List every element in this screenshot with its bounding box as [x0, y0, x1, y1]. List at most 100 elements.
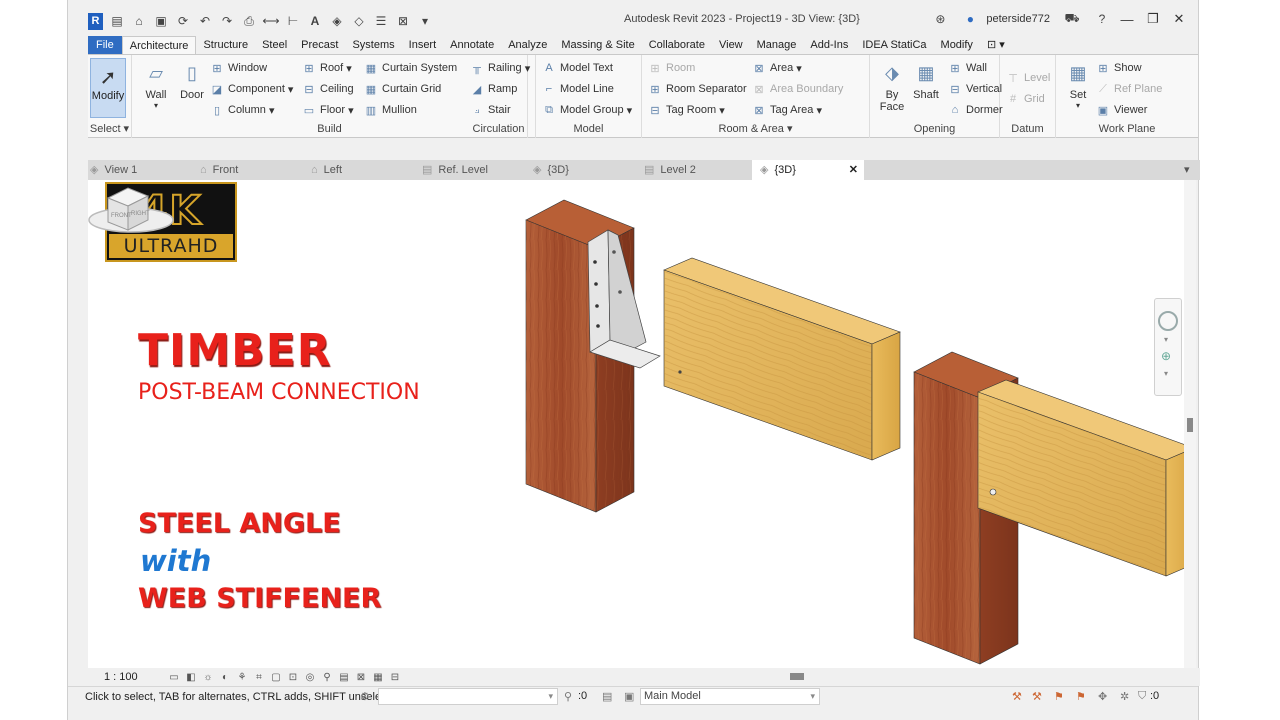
- curtain-system-button[interactable]: ▦ Curtain System: [364, 59, 457, 77]
- tab-systems[interactable]: Systems: [345, 36, 401, 54]
- railing-button[interactable]: ╥ Railing ▾: [470, 59, 530, 77]
- open-icon[interactable]: ▤: [109, 13, 125, 29]
- view-tab-3d[interactable]: ◈ {3D}: [533, 160, 569, 180]
- viewer-button[interactable]: ▣ Viewer: [1096, 101, 1148, 119]
- revit-app-icon[interactable]: R: [88, 12, 103, 30]
- user-name[interactable]: peterside772: [986, 13, 1050, 25]
- tab-add-ins[interactable]: Add-Ins: [803, 36, 855, 54]
- select-underlay-icon[interactable]: ⚒: [1032, 690, 1042, 703]
- save-icon[interactable]: ▣: [153, 13, 169, 29]
- curtain-grid-button[interactable]: ▦ Curtain Grid: [364, 80, 442, 98]
- 3d-view-canvas[interactable]: 4K ULTRAHD TIMBER POST-BEAM CONNECTION S…: [88, 180, 1184, 668]
- undo-icon[interactable]: ↶: [197, 13, 213, 29]
- dormer-button[interactable]: ⌂ Dormer: [948, 101, 1003, 119]
- crop-view-icon[interactable]: ⌗: [252, 671, 266, 683]
- steering-wheel-icon[interactable]: [1158, 311, 1178, 331]
- by-face-button[interactable]: ⬗ By Face: [874, 59, 910, 114]
- design-option-dropdown[interactable]: Main Model ▾: [640, 688, 820, 705]
- roof-button[interactable]: ⊞ Roof ▾: [302, 59, 351, 77]
- tab-massing-site[interactable]: Massing & Site: [554, 36, 641, 54]
- tab-analyze[interactable]: Analyze: [501, 36, 554, 54]
- chevron-down-icon[interactable]: ▾: [1164, 335, 1168, 344]
- room-area-panel-title[interactable]: Room & Area ▾: [642, 122, 869, 135]
- tag-room-button[interactable]: ⊟ Tag Room ▾: [648, 101, 724, 119]
- ribbon-minimize-toggle[interactable]: ⊡ ▾: [980, 36, 1012, 54]
- drag-elements-icon[interactable]: ✥: [1098, 690, 1107, 703]
- room-separator-button[interactable]: ⊞ Room Separator: [648, 80, 746, 98]
- floor-button[interactable]: ▭ Floor ▾: [302, 101, 354, 119]
- model-text-button[interactable]: A Model Text: [542, 59, 613, 77]
- model-group-button[interactable]: ⧉ Model Group ▾: [542, 101, 632, 119]
- tab-file[interactable]: File: [88, 36, 122, 54]
- grid-button[interactable]: # Grid: [1006, 90, 1045, 108]
- area-boundary-button[interactable]: ⊠ Area Boundary: [752, 80, 843, 98]
- zoom-icon[interactable]: ⊕: [1161, 349, 1171, 363]
- stair-button[interactable]: ⟓ Stair: [470, 101, 510, 119]
- vertical-scrollbar[interactable]: [1184, 180, 1196, 668]
- component-button[interactable]: ◪ Component ▾: [210, 80, 294, 98]
- tab-manage[interactable]: Manage: [750, 36, 804, 54]
- editable-only-icon[interactable]: ⚲: [564, 690, 572, 703]
- measure-icon[interactable]: ⟷: [262, 13, 279, 29]
- tab-structure[interactable]: Structure: [196, 36, 255, 54]
- set-button[interactable]: ▦ Set ▾: [1060, 59, 1096, 111]
- select-by-face-icon[interactable]: ⚑: [1076, 690, 1086, 703]
- room-button[interactable]: ⊞ Room: [648, 59, 695, 77]
- scrollbar-thumb[interactable]: [1187, 418, 1193, 432]
- open-folder-icon[interactable]: ⌂: [131, 13, 147, 29]
- minimize-button[interactable]: —: [1118, 12, 1136, 27]
- view-tab-level-2[interactable]: ▤ Level 2: [644, 160, 696, 180]
- lock-view-icon[interactable]: ⊡: [286, 671, 300, 683]
- shadows-icon[interactable]: ◐: [218, 671, 232, 683]
- door-button[interactable]: ▯ Door: [174, 59, 210, 102]
- sun-path-icon[interactable]: ☼: [201, 671, 215, 683]
- design-options-toggle-icon[interactable]: ▣: [624, 690, 634, 703]
- analytical-model-icon[interactable]: ⊠: [354, 671, 368, 683]
- vertical-opening-button[interactable]: ⊟ Vertical: [948, 80, 1002, 98]
- tab-modify[interactable]: Modify: [934, 36, 980, 54]
- area-button[interactable]: ⊠ Area ▾: [752, 59, 801, 77]
- view-tab-view-1[interactable]: ◈ View 1: [90, 160, 137, 180]
- modify-button[interactable]: ➚ Modify: [90, 58, 126, 118]
- show-button[interactable]: ⊞ Show: [1096, 59, 1141, 77]
- reveal-hidden-icon[interactable]: ⚲: [320, 671, 334, 683]
- section-icon[interactable]: ◇: [351, 13, 367, 29]
- restore-button[interactable]: ❐: [1144, 11, 1162, 27]
- background-processes-icon[interactable]: ✲: [1120, 690, 1129, 703]
- user-icon[interactable]: ●: [962, 11, 978, 27]
- wall-button[interactable]: ▱ Wall ▾: [138, 59, 174, 111]
- sync-icon[interactable]: ⟳: [175, 13, 191, 29]
- view-scale[interactable]: 1 : 100: [104, 671, 164, 683]
- highlight-icon[interactable]: ▦: [371, 671, 385, 683]
- binoculars-icon[interactable]: ⊛: [932, 11, 948, 27]
- view-tab-front[interactable]: ⌂ Front: [200, 160, 238, 180]
- worksets-icon[interactable]: ⚙: [360, 690, 370, 703]
- view-tab-ref-level[interactable]: ▤ Ref. Level: [422, 160, 488, 180]
- print-icon[interactable]: ⎙: [241, 13, 257, 29]
- render-icon[interactable]: ⚘: [235, 671, 249, 683]
- close-button[interactable]: ✕: [1170, 11, 1188, 27]
- horizontal-scroll-thumb[interactable]: [790, 673, 804, 680]
- detail-level-icon[interactable]: ▭: [167, 671, 181, 683]
- select-pinned-icon[interactable]: ⚑: [1054, 690, 1064, 703]
- zoom-dropdown-icon[interactable]: ▾: [1164, 369, 1168, 378]
- show-crop-icon[interactable]: ▢: [269, 671, 283, 683]
- wall-opening-button[interactable]: ⊞ Wall: [948, 59, 987, 77]
- tab-collaborate[interactable]: Collaborate: [642, 36, 712, 54]
- 3d-view-icon[interactable]: ◈: [329, 13, 345, 29]
- floating-beam[interactable]: [663, 257, 901, 461]
- help-icon[interactable]: ?: [1094, 11, 1110, 27]
- tab-architecture[interactable]: Architecture: [121, 36, 197, 54]
- thin-lines-icon[interactable]: ☰: [373, 13, 389, 29]
- visual-style-icon[interactable]: ◧: [184, 671, 198, 683]
- column-button[interactable]: ▯ Column ▾: [210, 101, 275, 119]
- select-panel-title[interactable]: Select ▾: [88, 122, 131, 135]
- workset-dropdown[interactable]: ▾: [378, 688, 558, 705]
- temp-hide-icon[interactable]: ◎: [303, 671, 317, 683]
- window-button[interactable]: ⊞ Window: [210, 59, 267, 77]
- tab-annotate[interactable]: Annotate: [443, 36, 501, 54]
- view-tab-left[interactable]: ⌂ Left: [311, 160, 342, 180]
- ceiling-button[interactable]: ⊟ Ceiling: [302, 80, 353, 98]
- mullion-button[interactable]: ▥ Mullion: [364, 101, 417, 119]
- redo-icon[interactable]: ↷: [219, 13, 235, 29]
